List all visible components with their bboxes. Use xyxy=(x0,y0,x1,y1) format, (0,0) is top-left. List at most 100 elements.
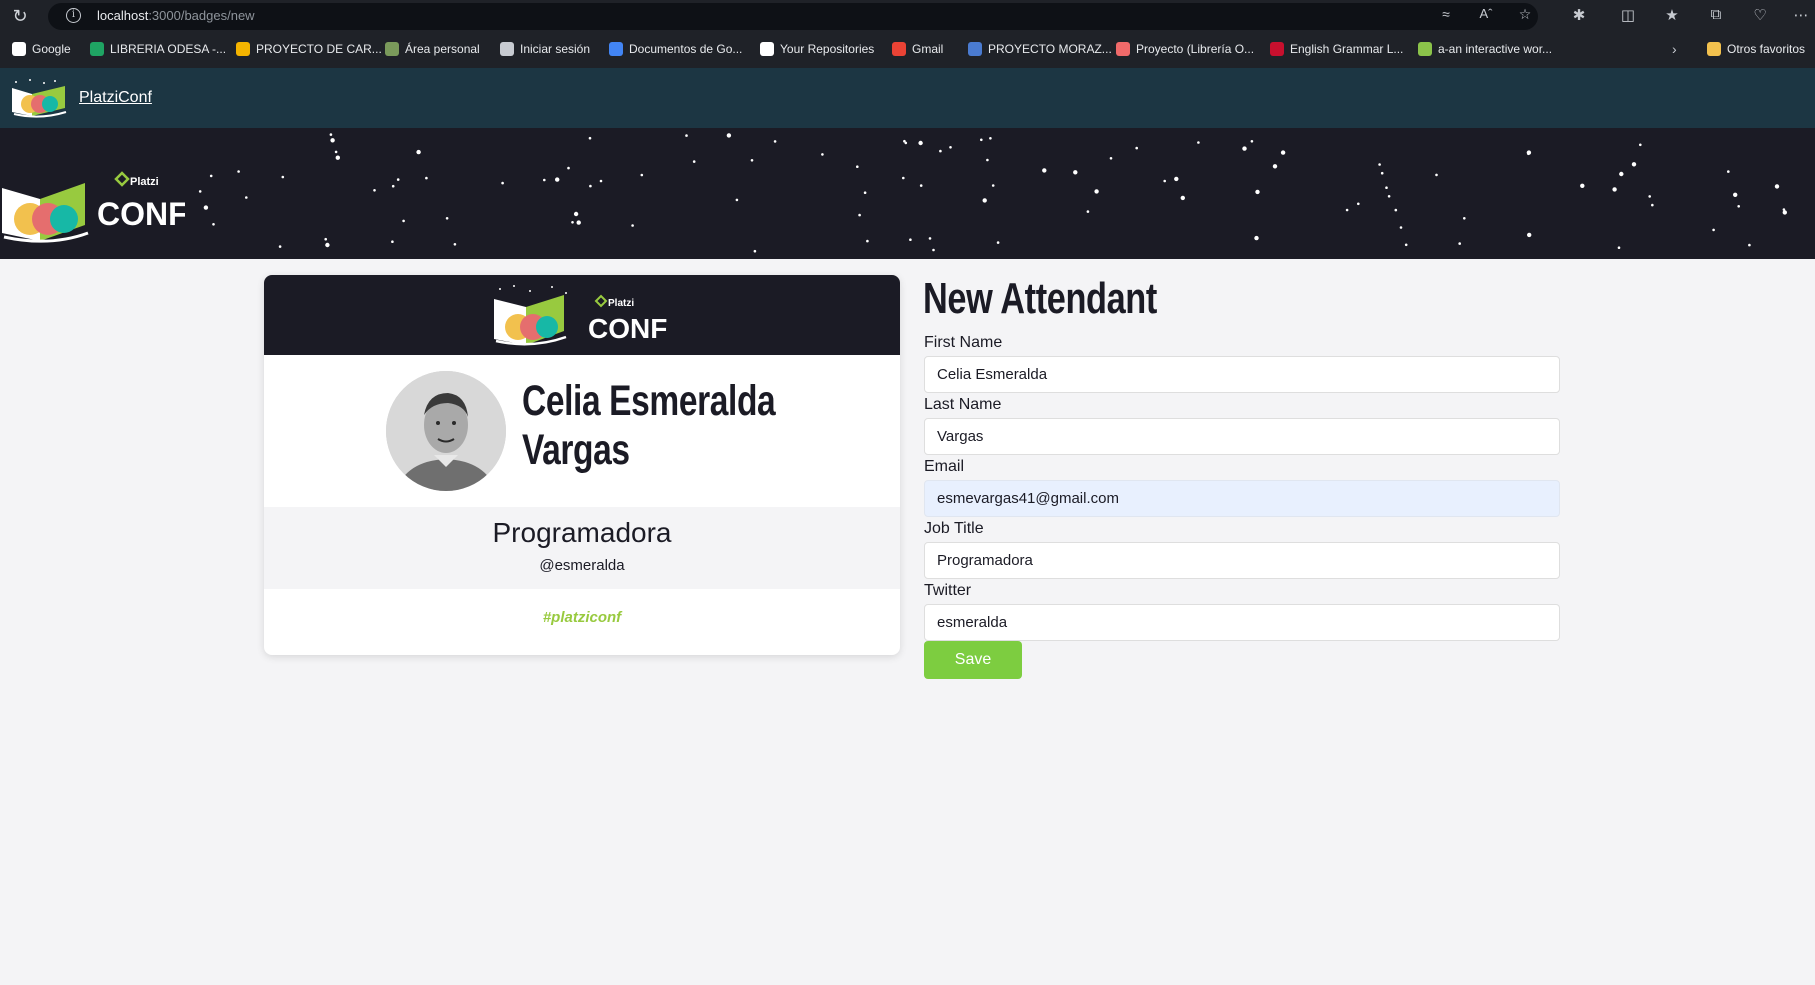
chevron-right-icon[interactable]: › xyxy=(1672,41,1677,57)
star-dot xyxy=(589,184,592,188)
platziconf-logo-icon[interactable] xyxy=(10,78,70,118)
star-dot xyxy=(416,149,421,155)
star-dot xyxy=(1463,217,1466,220)
url-text[interactable]: localhost:3000/badges/new xyxy=(97,8,255,23)
star-dot xyxy=(1094,189,1099,194)
star-icon[interactable]: ☆ xyxy=(1515,6,1535,23)
app-navbar: PlatziConf xyxy=(0,68,1815,128)
star-dot xyxy=(1648,195,1651,198)
performance-icon[interactable]: ♡ xyxy=(1749,6,1771,24)
star-dot xyxy=(1782,210,1788,215)
star-dot xyxy=(928,237,932,240)
more-menu-icon[interactable]: ⋯ xyxy=(1790,6,1812,24)
browser-toolbar: ↻ i localhost:3000/badges/new ≈ Aˆ ☆ ✱ ◫… xyxy=(0,0,1815,33)
badge-last-name: Vargas xyxy=(522,426,630,474)
star-dot xyxy=(1254,235,1259,241)
bookmark-item[interactable]: LIBRERIA ODESA -... xyxy=(90,42,226,56)
reload-icon[interactable]: ↻ xyxy=(10,6,30,26)
star-dot xyxy=(1387,195,1391,198)
bookmark-item[interactable]: Documentos de Go... xyxy=(609,42,742,56)
star-dot xyxy=(212,223,215,226)
bookmark-item[interactable]: Gmail xyxy=(892,42,943,56)
star-dot xyxy=(1527,152,1530,156)
star-dot xyxy=(330,138,335,143)
extensions-icon[interactable]: ✱ xyxy=(1568,6,1590,24)
star-dot xyxy=(1733,192,1738,197)
star-dot xyxy=(1612,187,1617,192)
star-dot xyxy=(1380,171,1384,175)
star-dot xyxy=(991,184,995,187)
bookmark-item[interactable]: PROYECTO DE CAR... xyxy=(236,42,382,56)
translate-icon[interactable]: ≈ xyxy=(1436,6,1456,22)
bookmark-label: Área personal xyxy=(405,42,480,56)
bookmark-label: Proyecto (Librería O... xyxy=(1136,42,1255,56)
star-dot xyxy=(573,211,579,217)
star-dot xyxy=(576,220,581,225)
bookmark-item[interactable]: Área personal xyxy=(385,42,480,56)
hero-banner: Platzi CONF xyxy=(0,128,1815,259)
bookmark-label: PROYECTO MORAZ... xyxy=(988,42,1112,56)
star-dot xyxy=(1280,150,1286,155)
bookmark-item[interactable]: Iniciar sesión xyxy=(500,42,590,56)
star-dot xyxy=(245,196,248,199)
star-dot xyxy=(1435,173,1438,177)
bookmark-other-favorites[interactable]: Otros favoritos xyxy=(1707,42,1805,56)
bookmark-label: Google xyxy=(32,42,71,56)
page-icon xyxy=(500,42,514,56)
star-dot xyxy=(1639,143,1642,147)
url-path: :3000/badges/new xyxy=(148,8,255,23)
bookmark-label: Otros favoritos xyxy=(1727,42,1806,56)
read-aloud-icon[interactable]: Aˆ xyxy=(1476,6,1496,21)
star-dot xyxy=(750,159,754,162)
job-title-input[interactable] xyxy=(924,542,1560,579)
asana-icon xyxy=(1116,42,1130,56)
star-dot xyxy=(555,177,560,182)
star-dot xyxy=(281,175,285,179)
star-dot xyxy=(949,146,952,149)
star-dot xyxy=(902,176,905,180)
bookmark-item[interactable]: Google xyxy=(12,42,71,56)
star-dot xyxy=(858,213,861,217)
navbar-brand-link[interactable]: PlatziConf xyxy=(79,89,152,107)
split-screen-icon[interactable]: ◫ xyxy=(1617,6,1639,24)
bookmark-item[interactable]: English Grammar L... xyxy=(1270,42,1403,56)
save-button[interactable]: Save xyxy=(924,641,1022,679)
star-dot xyxy=(980,138,983,142)
star-dot xyxy=(567,166,570,170)
star-dot xyxy=(335,155,340,160)
badge-first-name: Celia Esmeralda xyxy=(522,377,776,425)
star-dot xyxy=(445,217,449,220)
email-input[interactable] xyxy=(924,480,1560,517)
star-dot xyxy=(501,181,504,185)
star-dot xyxy=(903,139,906,143)
bookmark-label: English Grammar L... xyxy=(1290,42,1404,56)
last-name-input[interactable] xyxy=(924,418,1560,455)
star-dot xyxy=(1651,203,1654,207)
badge-hashtag: #platziconf xyxy=(542,609,622,626)
bookmark-item[interactable]: Proyecto (Librería O... xyxy=(1116,42,1254,56)
sheets-icon xyxy=(90,42,104,56)
gmail-icon xyxy=(892,42,906,56)
star-dot xyxy=(866,239,869,243)
star-dot xyxy=(391,240,394,243)
bookmark-item[interactable]: PROYECTO MORAZ... xyxy=(968,42,1112,56)
twitter-input[interactable] xyxy=(924,604,1560,641)
logo-big-word: CONF xyxy=(97,196,185,232)
address-bar[interactable] xyxy=(48,3,1538,30)
platziconf-hero-logo: Platzi CONF xyxy=(2,171,185,243)
star-dot xyxy=(1399,226,1403,229)
collections-icon[interactable]: ⧉ xyxy=(1705,6,1727,23)
bookmark-label: a-an interactive wor... xyxy=(1438,42,1553,56)
star-dot xyxy=(692,160,696,163)
star-dot xyxy=(1748,243,1751,247)
star-dot xyxy=(391,184,395,188)
first-name-input[interactable] xyxy=(924,356,1560,393)
bookmark-item[interactable]: Your Repositories xyxy=(760,42,874,56)
email-label: Email xyxy=(924,458,965,475)
site-info-icon[interactable]: i xyxy=(66,8,81,23)
star-dot xyxy=(685,134,688,137)
star-dot xyxy=(1631,162,1637,167)
star-dot xyxy=(1042,168,1047,173)
favorites-icon[interactable]: ★ xyxy=(1661,6,1683,24)
bookmark-item[interactable]: a-an interactive wor... xyxy=(1418,42,1552,56)
